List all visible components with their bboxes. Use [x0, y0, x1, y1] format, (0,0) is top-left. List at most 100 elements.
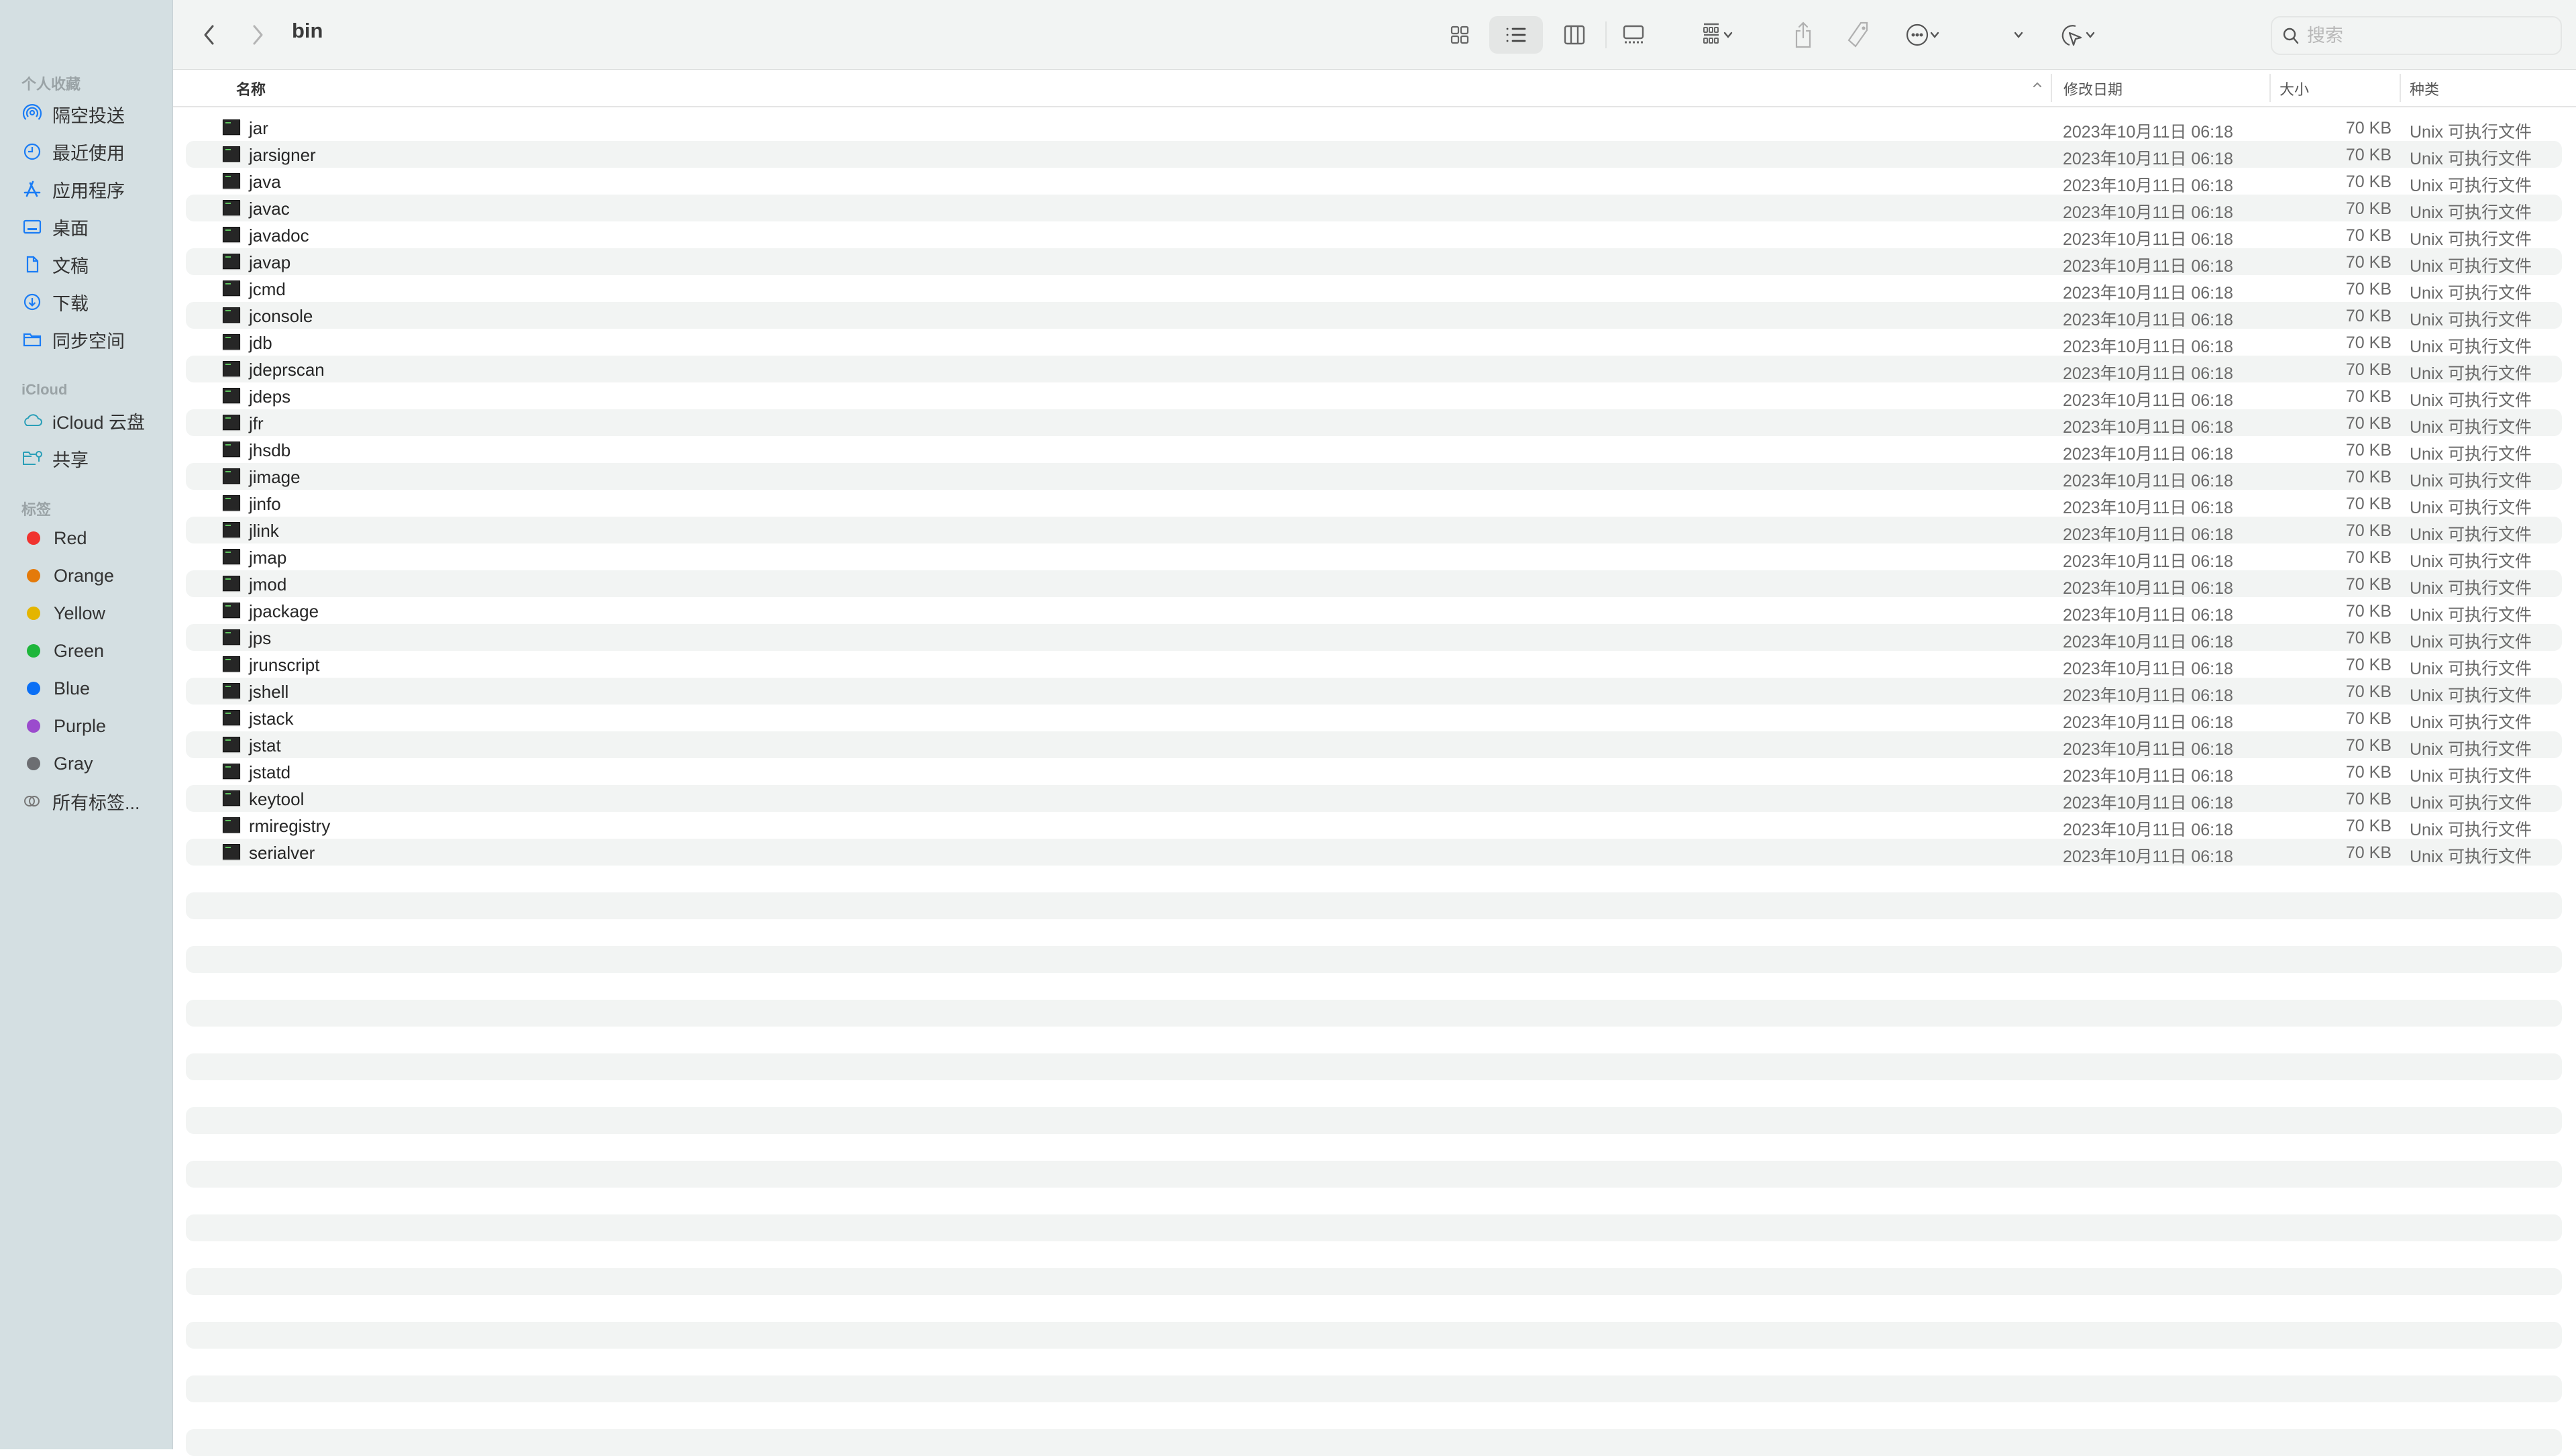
file-row[interactable]: jarsigner 2023年10月11日 06:18 70 KB Unix 可执行文…	[186, 141, 2562, 168]
column-divider[interactable]	[2051, 74, 2052, 102]
file-size: 70 KB	[2345, 387, 2392, 406]
file-kind: Unix 可执行文件	[2410, 606, 2532, 625]
sidebar-tag-gray[interactable]: Gray	[20, 746, 161, 781]
file-row[interactable]: jimage 2023年10月11日 06:18 70 KB Unix 可执行文件	[186, 463, 2562, 490]
gallery-view-button[interactable]	[1609, 16, 1658, 54]
file-size: 70 KB	[2345, 521, 2392, 540]
file-size: 70 KB	[2345, 548, 2392, 567]
unix-executable-icon	[223, 629, 240, 645]
column-name-header[interactable]: 名称	[236, 78, 266, 99]
back-button[interactable]	[196, 20, 223, 50]
file-modified-date: 2023年10月11日 06:18	[2063, 525, 2233, 544]
list-view-button[interactable]	[1489, 16, 1543, 54]
column-kind-header[interactable]: 种类	[2410, 78, 2439, 99]
tag-button[interactable]	[1840, 16, 1878, 54]
file-name: javap	[249, 252, 291, 272]
file-row[interactable]: javap 2023年10月11日 06:18 70 KB Unix 可执行文件	[186, 248, 2562, 276]
toolbar-overflow-button[interactable]	[2008, 16, 2029, 54]
file-modified-date: 2023年10月11日 06:18	[2063, 337, 2233, 356]
search-field[interactable]	[2271, 16, 2562, 55]
unix-executable-icon	[223, 254, 240, 269]
file-name: serialver	[249, 843, 315, 863]
file-row[interactable]: jhsdb 2023年10月11日 06:18 70 KB Unix 可执行文件	[186, 436, 2562, 464]
column-size-header[interactable]: 大小	[2279, 78, 2309, 99]
file-kind: Unix 可执行文件	[2410, 284, 2532, 303]
more-actions-button[interactable]	[1896, 16, 1949, 54]
sidebar-tag-yellow[interactable]: Yellow	[20, 596, 161, 631]
file-row[interactable]: jps 2023年10月11日 06:18 70 KB Unix 可执行文件	[186, 624, 2562, 652]
sidebar-tag-blue[interactable]: Blue	[20, 671, 161, 706]
sidebar-tag-green[interactable]: Green	[20, 633, 161, 668]
file-row[interactable]: java 2023年10月11日 06:18 70 KB Unix 可执行文件	[186, 168, 2562, 195]
file-size: 70 KB	[2345, 763, 2392, 782]
sort-ascending-icon[interactable]	[2031, 78, 2043, 95]
file-row[interactable]: jstack 2023年10月11日 06:18 70 KB Unix 可执行文件	[186, 705, 2562, 732]
file-name: jlink	[249, 521, 279, 541]
file-row[interactable]: rmiregistry 2023年10月11日 06:18 70 KB Unix 可执…	[186, 812, 2562, 839]
file-row[interactable]: jmod 2023年10月11日 06:18 70 KB Unix 可执行文件	[186, 570, 2562, 598]
file-kind: Unix 可执行文件	[2410, 740, 2532, 759]
sidebar-all-tags[interactable]: 所有标签...	[20, 784, 161, 819]
sidebar-item-downloads[interactable]: 下载	[20, 284, 161, 319]
column-date-header[interactable]: 修改日期	[2063, 78, 2123, 99]
sidebar-item-label: 下载	[52, 293, 89, 314]
sidebar-tag-orange[interactable]: Orange	[20, 558, 161, 593]
file-row[interactable]: keytool 2023年10月11日 06:18 70 KB Unix 可执行文件	[186, 785, 2562, 813]
file-row[interactable]: jstatd 2023年10月11日 06:18 70 KB Unix 可执行文件	[186, 758, 2562, 786]
sidebar-item-airdrop[interactable]: 隔空投送	[20, 97, 161, 132]
icon-view-button[interactable]	[1441, 16, 1479, 54]
sidebar-item-applications[interactable]: 应用程序	[20, 172, 161, 207]
sidebar-item-documents[interactable]: 文稿	[20, 247, 161, 282]
file-kind: Unix 可执行文件	[2410, 552, 2532, 571]
sidebar-item-sync-space[interactable]: 同步空间	[20, 322, 161, 357]
file-row[interactable]: javac 2023年10月11日 06:18 70 KB Unix 可执行文件	[186, 195, 2562, 222]
cursor-circle-icon	[2061, 25, 2082, 46]
file-row[interactable]: jfr 2023年10月11日 06:18 70 KB Unix 可执行文件	[186, 409, 2562, 437]
unix-executable-icon	[223, 817, 240, 833]
file-kind: Unix 可执行文件	[2410, 391, 2532, 410]
file-row[interactable]: jdb 2023年10月11日 06:18 70 KB Unix 可执行文件	[186, 329, 2562, 356]
file-size: 70 KB	[2345, 253, 2392, 272]
empty-row-stripe	[186, 1214, 2562, 1241]
sidebar-item-desktop[interactable]: 桌面	[20, 209, 161, 244]
sidebar-tag-purple[interactable]: Purple	[20, 709, 161, 743]
folder-icon	[20, 327, 44, 352]
file-row[interactable]: jmap 2023年10月11日 06:18 70 KB Unix 可执行文件	[186, 543, 2562, 571]
file-kind: Unix 可执行文件	[2410, 364, 2532, 383]
sidebar-item-icloud-drive[interactable]: iCloud 云盘	[20, 403, 161, 438]
file-modified-date: 2023年10月11日 06:18	[2063, 499, 2233, 517]
column-divider[interactable]	[2400, 74, 2401, 102]
file-row[interactable]: jpackage 2023年10月11日 06:18 70 KB Unix 可执行文件	[186, 597, 2562, 625]
search-icon	[2283, 28, 2299, 44]
file-row[interactable]: jshell 2023年10月11日 06:18 70 KB Unix 可执行文件	[186, 678, 2562, 705]
file-row[interactable]: jdeps 2023年10月11日 06:18 70 KB Unix 可执行文件	[186, 382, 2562, 410]
sidebar-item-label: 桌面	[52, 218, 89, 239]
file-row[interactable]: serialver 2023年10月11日 06:18 70 KB Unix 可执行文…	[186, 839, 2562, 866]
unix-executable-icon	[223, 334, 240, 350]
file-row[interactable]: jar 2023年10月11日 06:18 70 KB Unix 可执行文件	[186, 114, 2562, 142]
sidebar-tag-red[interactable]: Red	[20, 521, 161, 556]
file-row[interactable]: jconsole 2023年10月11日 06:18 70 KB Unix 可执行文件	[186, 302, 2562, 329]
column-view-button[interactable]	[1551, 16, 1598, 54]
file-size: 70 KB	[2345, 495, 2392, 513]
blue-tag-dot-icon	[27, 682, 40, 695]
file-row[interactable]: jrunscript 2023年10月11日 06:18 70 KB Unix 可执行…	[186, 651, 2562, 678]
sidebar-item-recents[interactable]: 最近使用	[20, 134, 161, 169]
file-kind: Unix 可执行文件	[2410, 418, 2532, 437]
column-divider[interactable]	[2269, 74, 2271, 102]
file-row[interactable]: jlink 2023年10月11日 06:18 70 KB Unix 可执行文件	[186, 517, 2562, 544]
markup-button[interactable]	[2051, 16, 2105, 54]
file-row[interactable]: javadoc 2023年10月11日 06:18 70 KB Unix 可执行文件	[186, 221, 2562, 249]
file-row[interactable]: jcmd 2023年10月11日 06:18 70 KB Unix 可执行文件	[186, 275, 2562, 303]
search-input[interactable]	[2306, 24, 2550, 47]
group-by-button[interactable]	[1690, 16, 1744, 54]
file-row[interactable]: jdeprscan 2023年10月11日 06:18 70 KB Unix 可执行文…	[186, 356, 2562, 383]
share-button[interactable]	[1786, 16, 1820, 54]
file-row[interactable]: jstat 2023年10月11日 06:18 70 KB Unix 可执行文件	[186, 731, 2562, 759]
file-row[interactable]: jinfo 2023年10月11日 06:18 70 KB Unix 可执行文件	[186, 490, 2562, 517]
gallery-icon	[1623, 25, 1644, 44]
forward-button[interactable]	[244, 20, 271, 50]
ellipsis-circle-icon	[1906, 23, 1929, 46]
file-modified-date: 2023年10月11日 06:18	[2063, 552, 2233, 571]
sidebar-item-shared[interactable]: 共享	[20, 441, 161, 476]
